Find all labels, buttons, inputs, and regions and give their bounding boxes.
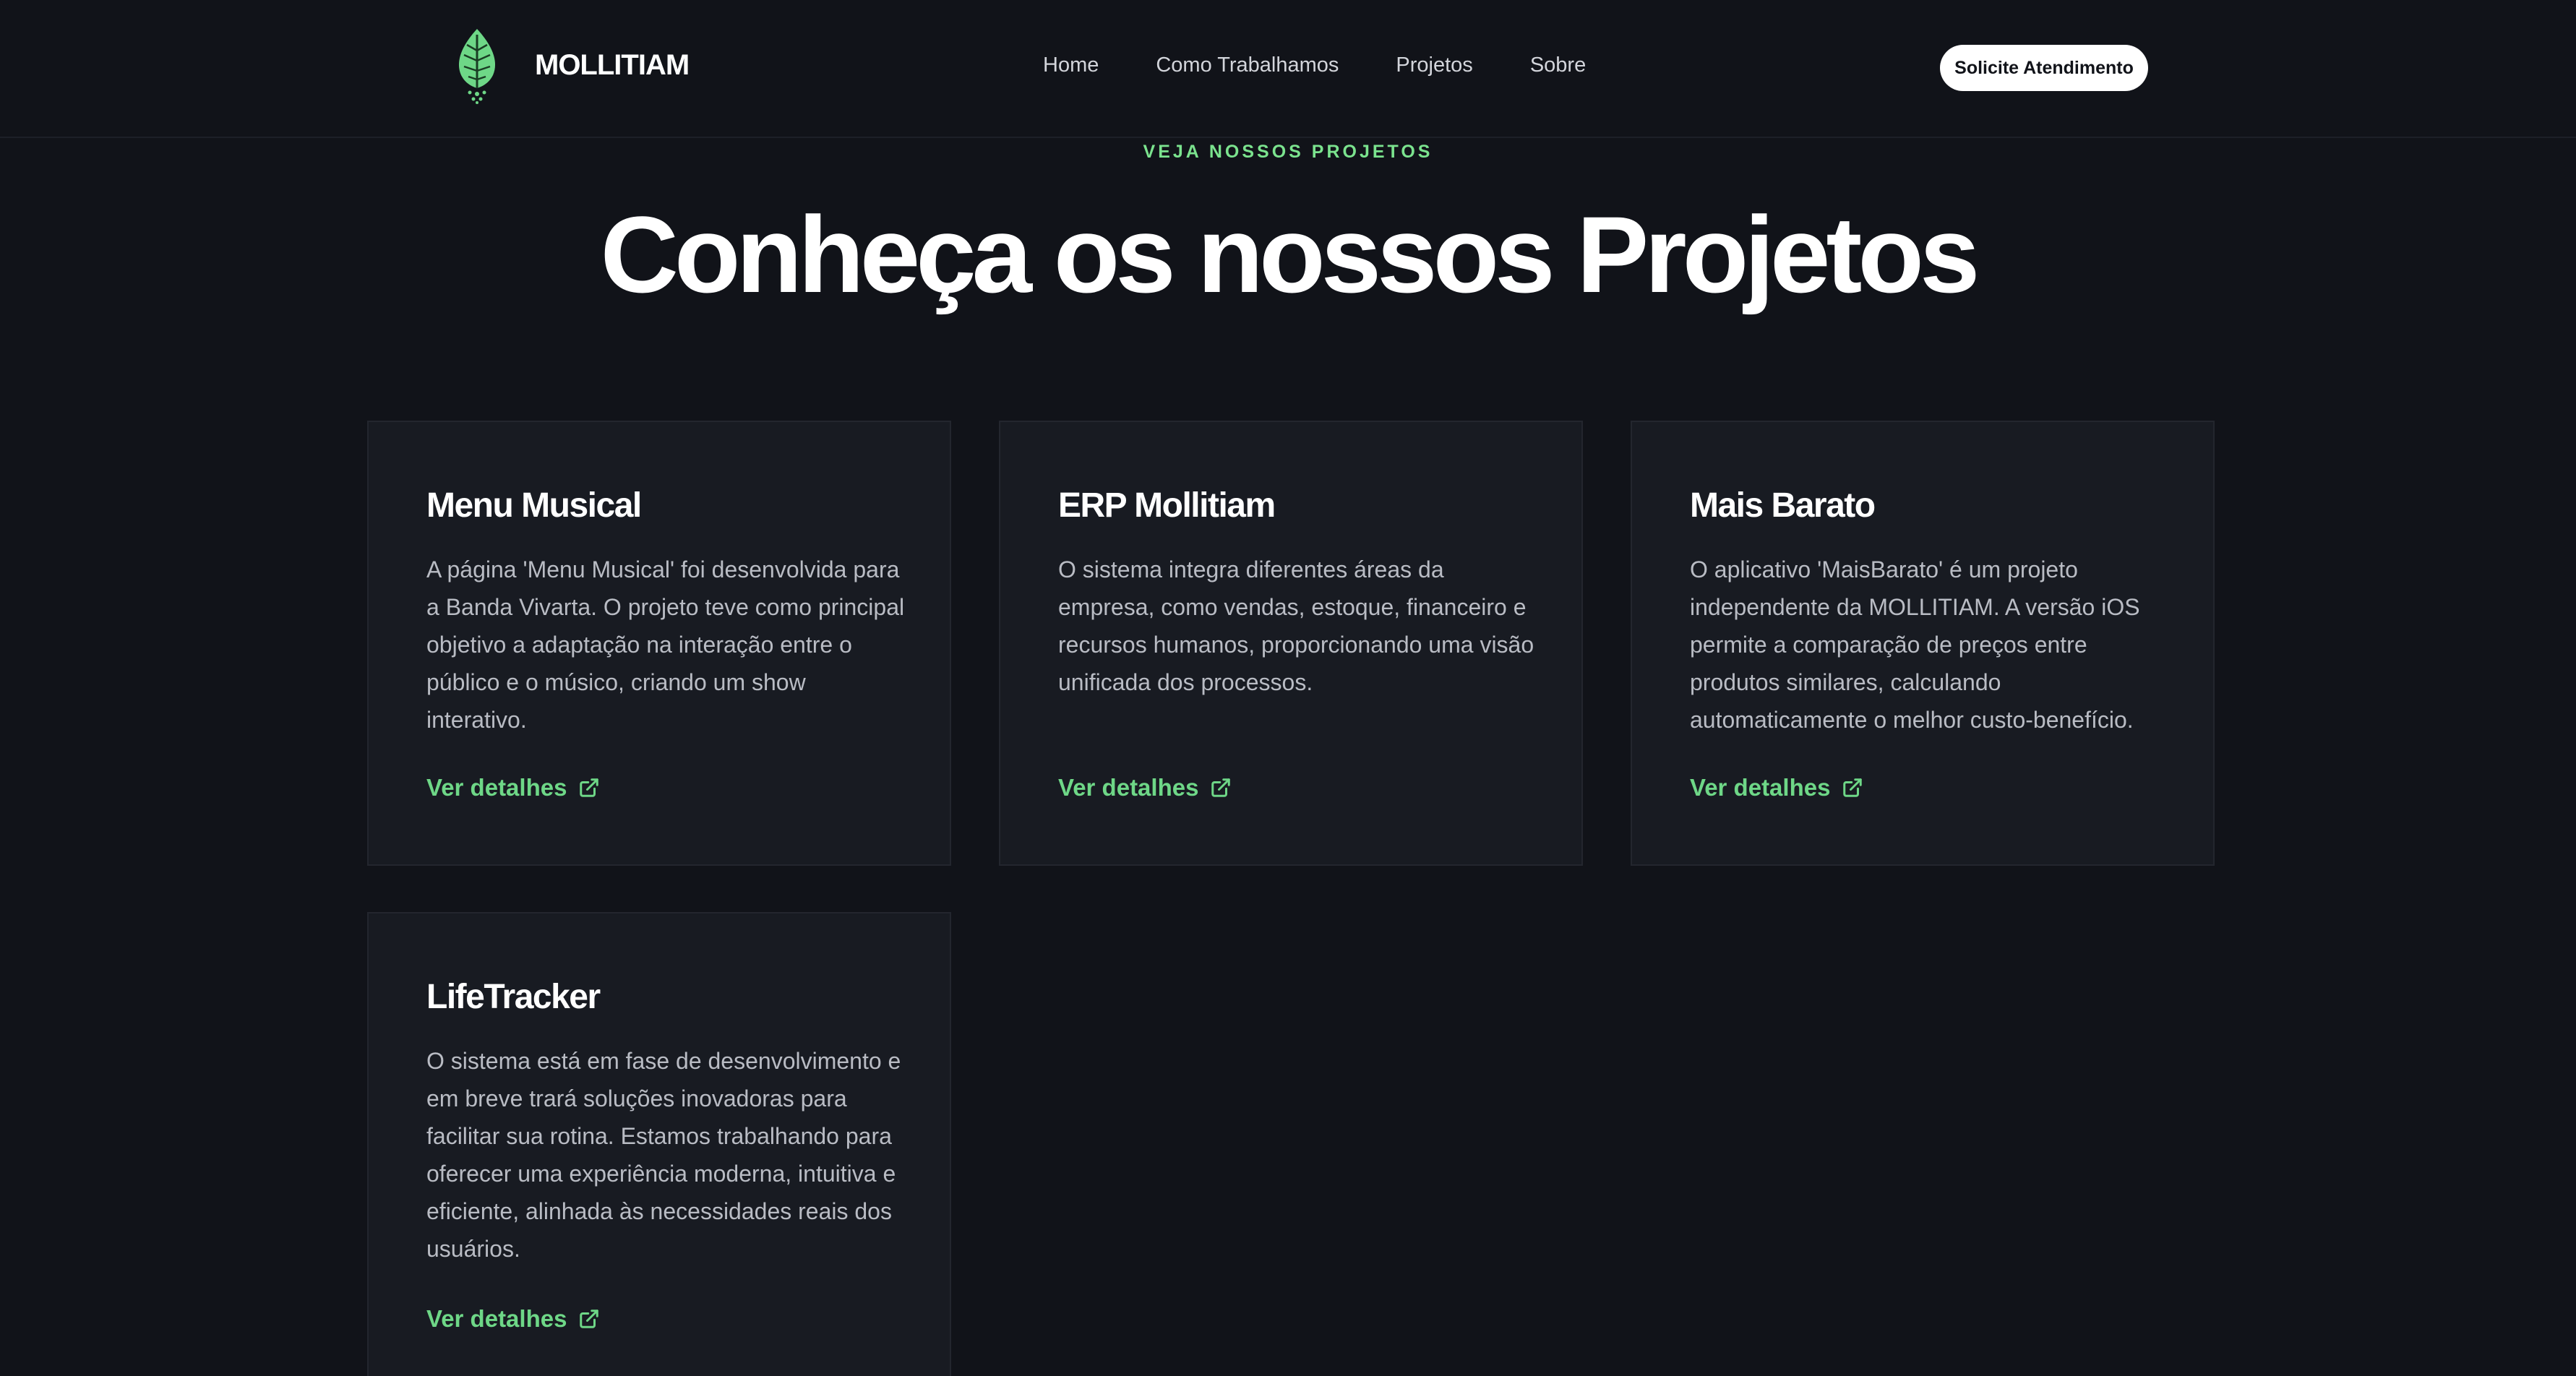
- page-title: Conheça os nossos Projetos: [600, 194, 1980, 315]
- project-description: O aplicativo 'MaisBarato' é um projeto i…: [1690, 556, 2140, 733]
- leaf-logo-icon[interactable]: [454, 27, 500, 104]
- nav-link-projetos[interactable]: Projetos: [1396, 53, 1472, 77]
- main-nav: Home Como Trabalhamos Projetos Sobre: [1043, 53, 1586, 77]
- project-title: ERP Mollitiam: [1058, 486, 1276, 525]
- view-details-link[interactable]: Ver detalhes: [426, 774, 600, 801]
- request-service-button[interactable]: Solicite Atendimento: [1940, 45, 2148, 91]
- site-header: MOLLITIAM Home Como Trabalhamos Projetos…: [0, 0, 2576, 138]
- project-card-lifetracker: LifeTracker O sistema está em fase de de…: [367, 912, 951, 1376]
- external-link-icon: [1211, 778, 1231, 797]
- external-link-icon: [580, 778, 599, 797]
- view-details-link[interactable]: Ver detalhes: [426, 1305, 600, 1333]
- nav-link-como-trabalhamos[interactable]: Como Trabalhamos: [1156, 53, 1339, 77]
- view-details-label: Ver detalhes: [1058, 774, 1199, 801]
- project-title: Menu Musical: [426, 486, 642, 525]
- project-title: Mais Barato: [1690, 486, 1876, 525]
- project-card-menu-musical: Menu Musical A página 'Menu Musical' foi…: [367, 421, 951, 866]
- project-card-erp-mollitiam: ERP Mollitiam O sistema integra diferent…: [999, 421, 1583, 866]
- view-details-label: Ver detalhes: [426, 774, 567, 801]
- nav-link-sobre[interactable]: Sobre: [1530, 53, 1586, 77]
- project-title: LifeTracker: [426, 978, 601, 1016]
- page: MOLLITIAM Home Como Trabalhamos Projetos…: [0, 0, 2576, 1376]
- external-link-icon: [1843, 778, 1863, 797]
- project-card-mais-barato: Mais Barato O aplicativo 'MaisBarato' é …: [1631, 421, 2215, 866]
- project-description: O sistema integra diferentes áreas da em…: [1058, 556, 1534, 695]
- project-description: O sistema está em fase de desenvolviment…: [426, 1048, 901, 1262]
- section-eyebrow: VEJA NOSSOS PROJETOS: [1143, 142, 1433, 162]
- view-details-link[interactable]: Ver detalhes: [1690, 774, 1863, 801]
- nav-link-home[interactable]: Home: [1043, 53, 1099, 77]
- brand-name[interactable]: MOLLITIAM: [535, 49, 690, 82]
- view-details-link[interactable]: Ver detalhes: [1058, 774, 1232, 801]
- view-details-label: Ver detalhes: [426, 1305, 567, 1332]
- external-link-icon: [580, 1310, 599, 1328]
- view-details-label: Ver detalhes: [1690, 774, 1831, 801]
- project-description: A página 'Menu Musical' foi desenvolvida…: [426, 556, 905, 733]
